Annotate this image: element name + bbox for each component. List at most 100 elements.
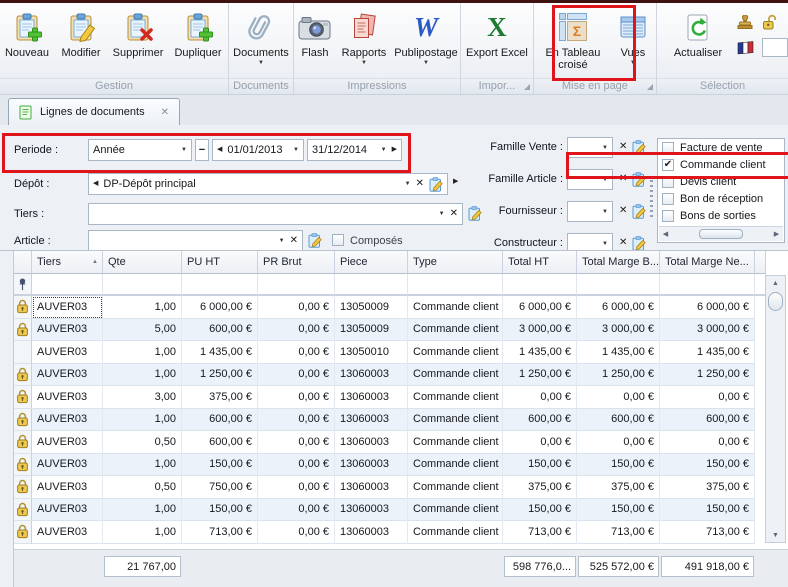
edit-list-icon[interactable] [630, 171, 647, 188]
periode-type-combo[interactable]: Année ▼ [88, 139, 192, 161]
clear-icon[interactable]: ✕ [619, 238, 627, 248]
rapports-button[interactable]: Rapports ▼ [336, 6, 392, 78]
table-row[interactable]: AUVER03 1,00 1 435,00 € 0,00 € 13050010 … [14, 341, 766, 364]
doc-type-hscrollbar[interactable]: ◀ ▶ [659, 226, 783, 241]
doc-type-bon-de-reception[interactable]: Bon de réception [658, 190, 784, 207]
filter-cell[interactable] [660, 274, 755, 296]
french-flag-icon[interactable] [737, 40, 754, 55]
filter-cell[interactable] [335, 274, 408, 296]
column-header-tiers[interactable]: Tiers ▲ [32, 251, 103, 274]
chevron-down-icon[interactable]: ▼ [602, 240, 608, 248]
scroll-right-icon[interactable]: ▶ [770, 230, 783, 238]
selection-field[interactable] [762, 38, 788, 57]
checkbox-checked-icon[interactable]: ✔ [662, 158, 674, 171]
edit-list-icon[interactable] [630, 139, 647, 156]
export-excel-button[interactable]: X Export Excel [464, 6, 530, 78]
tab-close-icon[interactable]: ✕ [161, 107, 169, 118]
en-tableau-croise-button[interactable]: Σ En Tableau croisé [535, 6, 611, 78]
panel-splitter-handle[interactable] [650, 180, 653, 218]
prev-period-icon[interactable]: ◀ [217, 146, 222, 154]
chevron-down-icon[interactable]: ▼ [405, 180, 411, 188]
fournisseur-combo[interactable]: ▼ [567, 201, 613, 222]
stamp-icon[interactable] [737, 14, 753, 30]
focused-cell[interactable]: AUVER03 [32, 296, 103, 319]
table-row[interactable]: AUVER03 0,50 600,00 € 0,00 € 13060003 Co… [14, 431, 766, 454]
composes-checkbox[interactable] [332, 234, 344, 246]
filter-cell[interactable] [258, 274, 335, 296]
doc-type-facture-de-vente[interactable]: Facture de vente [658, 139, 784, 156]
column-header-piece[interactable]: Piece [335, 251, 408, 274]
chevron-down-icon[interactable]: ▼ [602, 144, 608, 152]
filter-cell[interactable] [182, 274, 258, 296]
article-combo[interactable]: ▼ ✕ [88, 230, 303, 252]
doc-type-commande-client[interactable]: ✔ Commande client [658, 156, 784, 173]
nouveau-button[interactable]: Nouveau [0, 6, 54, 78]
flash-button[interactable]: Flash [294, 6, 336, 78]
column-header-type[interactable]: Type [408, 251, 503, 274]
famille-article-combo[interactable]: ▼ [567, 169, 613, 190]
filter-cell[interactable] [103, 274, 182, 296]
table-row[interactable]: AUVER03 0,50 750,00 € 0,00 € 13060003 Co… [14, 476, 766, 499]
chevron-down-icon[interactable]: ▼ [279, 237, 285, 245]
clear-icon[interactable]: ✕ [290, 236, 298, 246]
column-header-total-marge-ne[interactable]: Total Marge Ne... [660, 251, 755, 274]
periode-collapse-button[interactable]: − [195, 139, 209, 161]
supprimer-button[interactable]: Supprimer [108, 6, 168, 78]
table-row[interactable]: AUVER03 1,00 1 250,00 € 0,00 € 13060003 … [14, 363, 766, 386]
table-row[interactable]: AUVER03 1,00 6 000,00 € 0,00 € 13050009 … [14, 296, 766, 319]
chevron-down-icon[interactable]: ▼ [439, 210, 445, 218]
next-period-icon[interactable]: ▶ [392, 146, 397, 154]
table-row[interactable]: AUVER03 1,00 713,00 € 0,00 € 13060003 Co… [14, 521, 766, 544]
chevron-down-icon[interactable]: ▼ [381, 146, 387, 154]
column-header-qte[interactable]: Qte [103, 251, 182, 274]
modifier-button[interactable]: Modifier [54, 6, 108, 78]
chevron-down-icon[interactable]: ▼ [293, 146, 299, 154]
column-header-total-marge-b[interactable]: Total Marge B... [577, 251, 660, 274]
table-row[interactable]: AUVER03 1,00 150,00 € 0,00 € 13060003 Co… [14, 453, 766, 476]
date-to-field[interactable]: 31/12/2014 ▼ ▶ [307, 139, 402, 161]
group-expand-icon[interactable] [523, 84, 530, 90]
tab-lignes-de-documents[interactable]: Lignes de documents ✕ [8, 98, 180, 125]
famille-vente-combo[interactable]: ▼ [567, 137, 613, 158]
depot-combo[interactable]: ◀ DP-Dépôt principal ▼ ✕ [88, 173, 448, 195]
actualiser-button[interactable]: Actualiser [667, 6, 729, 78]
table-row[interactable]: AUVER03 1,00 600,00 € 0,00 € 13060003 Co… [14, 408, 766, 431]
edit-list-icon[interactable] [429, 177, 443, 192]
table-row[interactable]: AUVER03 3,00 375,00 € 0,00 € 13060003 Co… [14, 386, 766, 409]
clear-icon[interactable]: ✕ [619, 206, 627, 216]
column-header-pu-ht[interactable]: PU HT [182, 251, 258, 274]
clear-icon[interactable]: ✕ [619, 174, 627, 184]
chevron-down-icon[interactable]: ▼ [181, 146, 187, 154]
documents-button[interactable]: Documents ▼ [229, 6, 293, 78]
scroll-up-icon[interactable]: ▲ [766, 276, 785, 290]
checkbox-icon[interactable] [662, 141, 674, 154]
filter-cell[interactable] [32, 274, 103, 296]
table-row[interactable]: AUVER03 5,00 600,00 € 0,00 € 13050009 Co… [14, 318, 766, 341]
tiers-combo[interactable]: ▼ ✕ [88, 203, 463, 225]
filter-cell[interactable] [577, 274, 660, 296]
chevron-down-icon[interactable]: ▼ [602, 208, 608, 216]
dupliquer-button[interactable]: Dupliquer [168, 6, 228, 78]
column-header-total-ht[interactable]: Total HT [503, 251, 577, 274]
date-from-field[interactable]: ◀ 01/01/2013 ▼ [212, 139, 304, 161]
publipostage-button[interactable]: W Publipostage ▼ [392, 6, 460, 78]
scroll-left-icon[interactable]: ◀ [659, 230, 672, 238]
edit-list-icon[interactable] [630, 203, 647, 220]
scroll-down-icon[interactable]: ▼ [766, 528, 785, 542]
checkbox-icon[interactable] [662, 209, 674, 222]
doc-type-bons-de-sorties[interactable]: Bons de sorties [658, 207, 784, 224]
collapse-left-icon[interactable]: ◀ [93, 180, 98, 188]
vues-button[interactable]: Vues ▼ [611, 6, 655, 78]
checkbox-icon[interactable] [662, 175, 674, 188]
filter-cell[interactable] [408, 274, 503, 296]
edit-list-icon[interactable] [306, 232, 323, 249]
group-expand-icon[interactable] [647, 84, 653, 90]
unlock-icon[interactable] [761, 14, 778, 30]
grid-vscrollbar[interactable]: ▲ ▼ [765, 275, 786, 543]
clear-icon[interactable]: ✕ [416, 179, 424, 189]
table-row[interactable]: AUVER03 1,00 150,00 € 0,00 € 13060003 Co… [14, 498, 766, 521]
vscroll-thumb[interactable] [768, 292, 783, 311]
filter-cell[interactable] [503, 274, 577, 296]
doc-type-devis-client[interactable]: Devis client [658, 173, 784, 190]
column-header-pr-brut[interactable]: PR Brut [258, 251, 335, 274]
